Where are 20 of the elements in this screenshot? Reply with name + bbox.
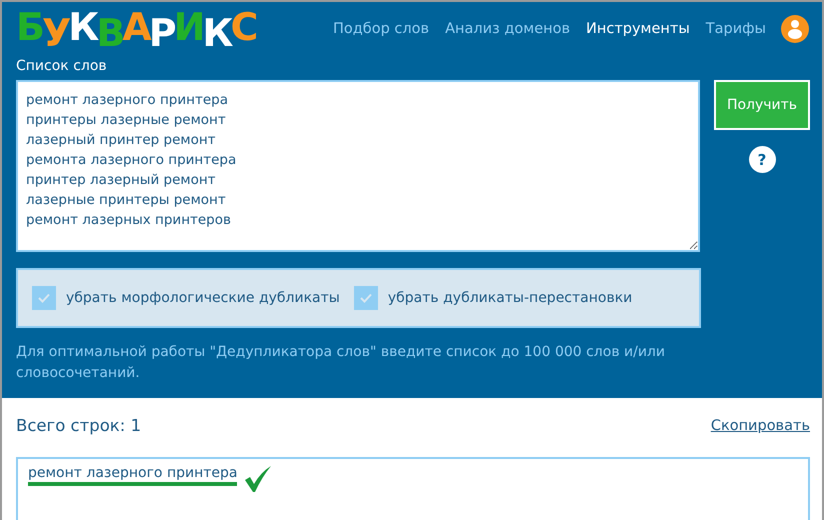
check-icon: [38, 293, 50, 303]
hint-text: Для оптимальной работы "Дедупликатора слов" введите список до 100 000 слов и/или словосочетаний.: [16, 343, 666, 383]
checkbox[interactable]: [32, 286, 56, 310]
copy-link[interactable]: Скопировать: [710, 418, 810, 434]
checkbox-label: убрать морфологические дубликаты: [66, 290, 340, 306]
checkbox-label: убрать дубликаты-перестановки: [388, 290, 632, 306]
user-icon[interactable]: [780, 14, 810, 44]
check-icon: [360, 293, 372, 303]
nav-link[interactable]: Инструменты: [586, 21, 690, 37]
logo[interactable]: БУКВАРИКС: [16, 7, 256, 51]
nav-link[interactable]: Анализ доменов: [445, 21, 570, 37]
nav-link[interactable]: Тарифы: [706, 21, 766, 37]
field-label: Список слов: [16, 58, 108, 74]
result-line: ремонт лазерного принтера: [28, 465, 238, 486]
word-list-field[interactable]: ремонт лазерного принтера принтеры лазерные ремонт лазерный принтер ремонт ремонта лазерного принтера принтер лазерный ремонт лазерные принтеры ремонт ремонт лазерных принтеров: [16, 80, 700, 252]
check-icon: [243, 465, 274, 493]
checkbox[interactable]: [354, 286, 378, 310]
nav-link[interactable]: Подбор слов: [332, 21, 430, 37]
help-button[interactable]: ?: [748, 146, 776, 173]
row-count: Всего строк: 1: [16, 416, 142, 435]
